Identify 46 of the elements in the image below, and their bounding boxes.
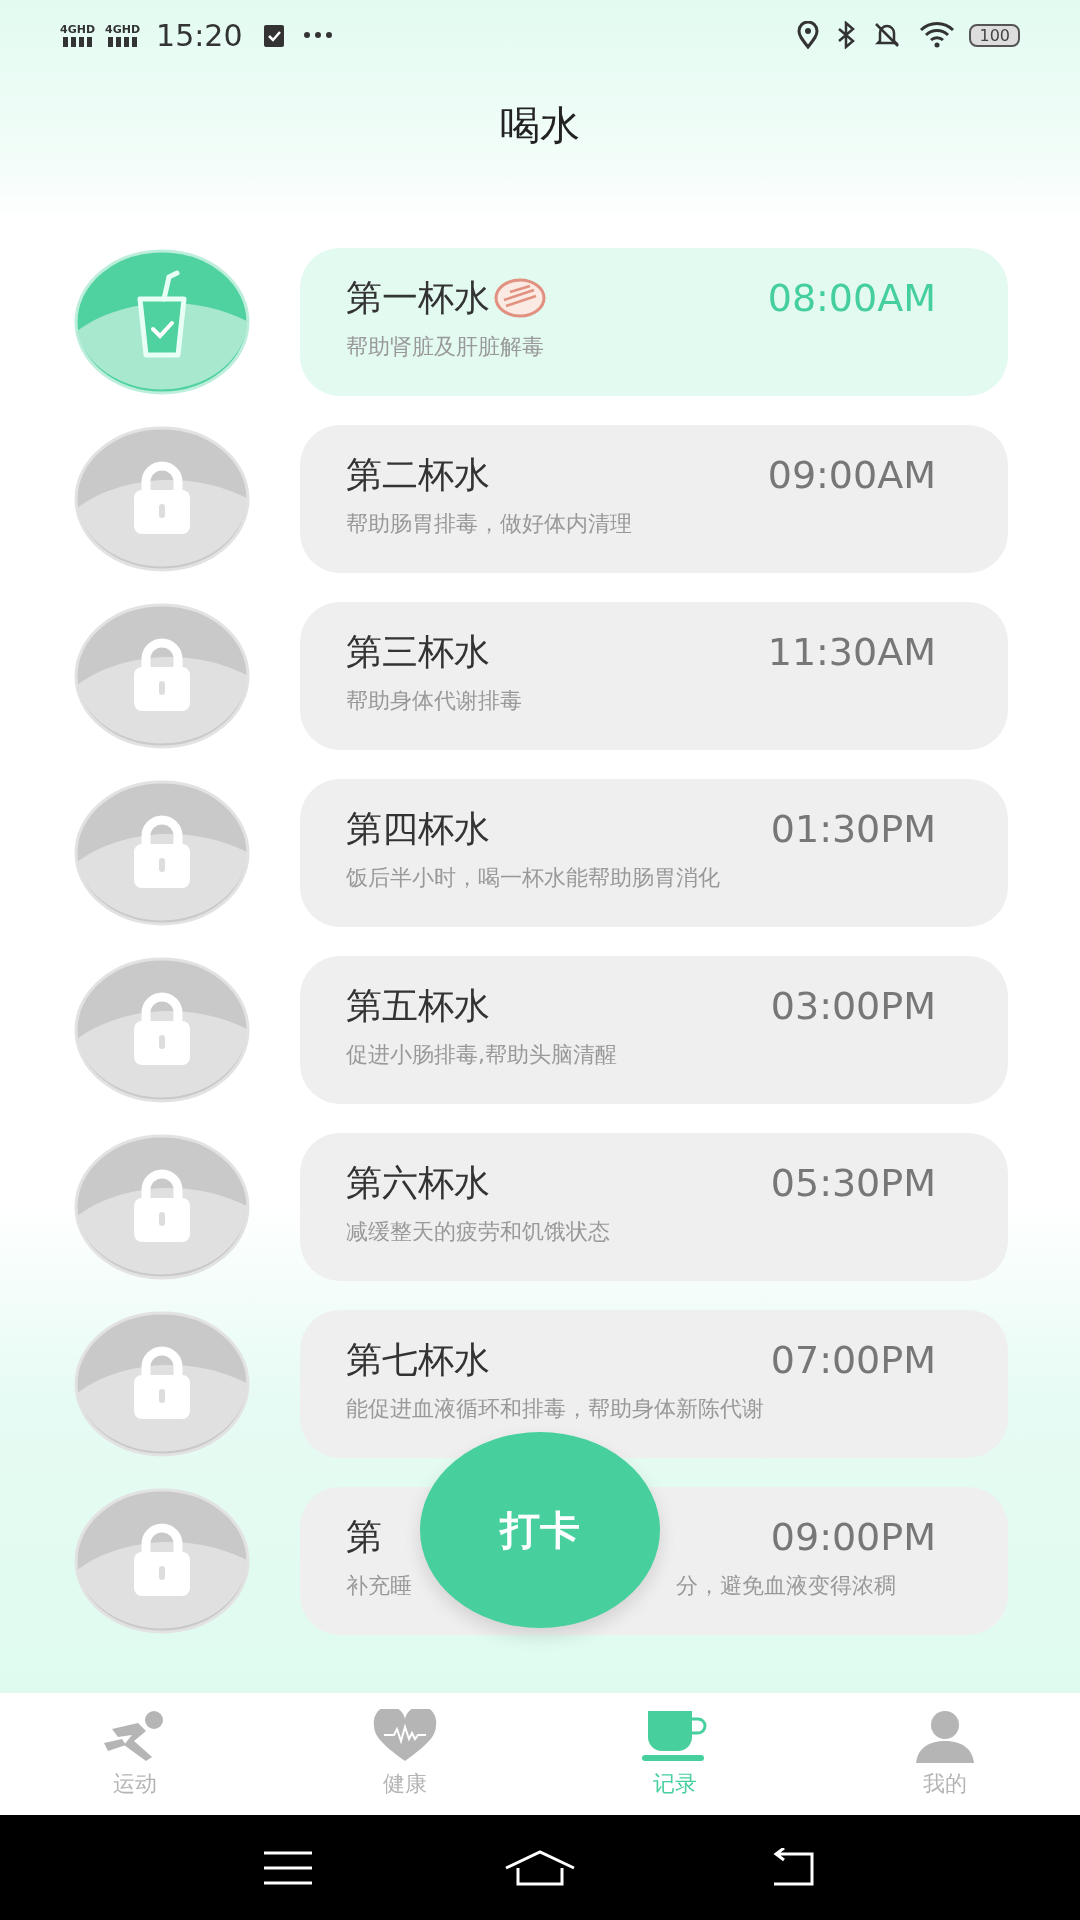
cup-description: 减缓整天的疲劳和饥饿状态 xyxy=(346,1218,610,1246)
signal-indicator: 4GHD xyxy=(60,23,96,47)
cup-card[interactable]: 第七杯水 07:00PM 能促进血液循环和排毒，帮助身体新陈代谢 xyxy=(300,1310,1008,1458)
cup-card[interactable]: 第五杯水 03:00PM 促进小肠排毒,帮助头脑清醒 xyxy=(300,956,1008,1104)
cup-description: 补充睡 xyxy=(346,1572,412,1600)
cup-description: 帮助身体代谢排毒 xyxy=(346,687,522,715)
cup-description: 能促进血液循环和排毒，帮助身体新陈代谢 xyxy=(346,1395,764,1423)
cup-card[interactable]: 第一杯水 08:00AM 帮助肾脏及肝脏解毒 xyxy=(300,248,1008,396)
location-icon xyxy=(797,21,820,49)
cup-time: 09:00PM xyxy=(770,1515,936,1559)
menu-icon[interactable] xyxy=(262,1849,314,1886)
cup-title: 第五杯水 xyxy=(346,983,490,1028)
cup-title: 第四杯水 xyxy=(346,806,490,851)
cup-time: 03:00PM xyxy=(770,984,936,1028)
cup-description: 帮助肠胃排毒，做好体内清理 xyxy=(346,510,632,538)
cup-time: 07:00PM xyxy=(770,1338,936,1382)
signal-indicator: 4GHD xyxy=(105,23,141,47)
stamp-icon xyxy=(494,278,546,318)
cup-card[interactable]: 第三杯水 11:30AM 帮助身体代谢排毒 xyxy=(300,602,1008,750)
cup-time: 09:00AM xyxy=(767,453,936,497)
cup-time: 11:30AM xyxy=(767,630,936,674)
status-time: 15:20 xyxy=(156,17,243,53)
cup-description: 帮助肾脏及肝脏解毒 xyxy=(346,333,544,361)
cup-title: 第一杯水 xyxy=(346,275,490,320)
cup-title: 第七杯水 xyxy=(346,1337,490,1382)
page-title: 喝水 xyxy=(499,101,581,150)
wifi-icon xyxy=(919,21,956,49)
more-icon xyxy=(302,31,333,39)
cup-card[interactable]: 第六杯水 05:30PM 减缓整天的疲劳和饥饿状态 xyxy=(300,1133,1008,1281)
clipboard-icon xyxy=(262,22,285,48)
cup-title: 第 xyxy=(346,1514,382,1559)
cup-description: 饭后半小时，喝一杯水能帮助肠胃消化 xyxy=(346,864,720,892)
cup-time: 08:00AM xyxy=(767,276,936,320)
cup-time: 01:30PM xyxy=(770,807,936,851)
bluetooth-icon xyxy=(837,21,856,49)
heart-pulse-icon xyxy=(372,1709,438,1763)
cup-title: 第二杯水 xyxy=(346,452,490,497)
cup-icon xyxy=(642,1709,708,1763)
cup-card[interactable]: 第四杯水 01:30PM 饭后半小时，喝一杯水能帮助肠胃消化 xyxy=(300,779,1008,927)
cup-description: 分，避免血液变得浓稠 xyxy=(676,1572,896,1600)
cup-description: 促进小肠排毒,帮助头脑清醒 xyxy=(346,1041,617,1069)
cup-title: 第六杯水 xyxy=(346,1160,490,1205)
cup-card[interactable]: 第二杯水 09:00AM 帮助肠胃排毒，做好体内清理 xyxy=(300,425,1008,573)
battery-indicator: 100 xyxy=(969,23,1020,47)
cup-time: 05:30PM xyxy=(770,1161,936,1205)
cup-title: 第三杯水 xyxy=(346,629,490,674)
